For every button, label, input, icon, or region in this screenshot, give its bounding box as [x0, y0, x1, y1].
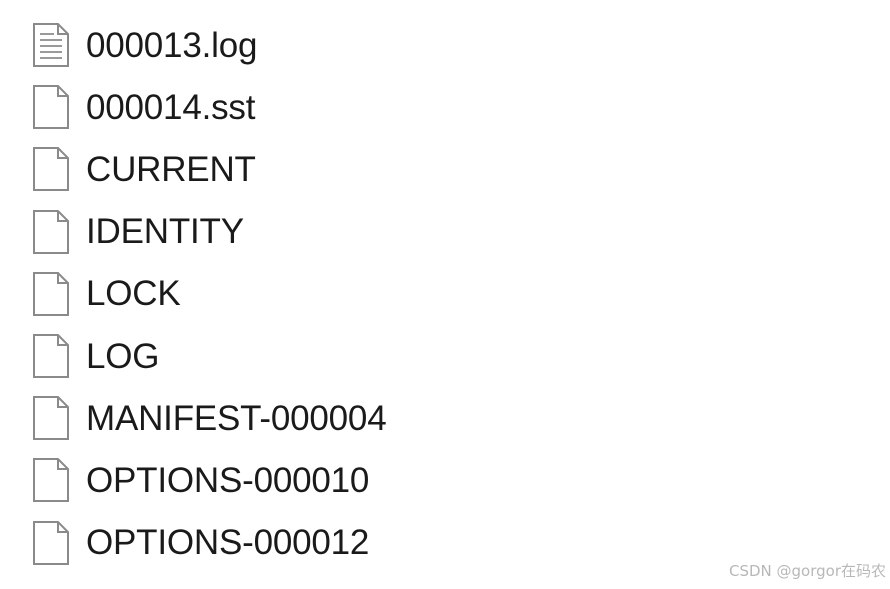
file-item-log[interactable]: LOG — [32, 325, 552, 387]
file-name: OPTIONS-000010 — [86, 460, 370, 500]
blank-document-icon — [32, 395, 70, 441]
file-item-lock[interactable]: LOCK — [32, 263, 552, 325]
file-name: LOCK — [86, 274, 181, 314]
file-item-current[interactable]: CURRENT — [32, 138, 552, 200]
blank-document-icon — [32, 520, 70, 566]
file-item-000013-log[interactable]: 000013.log — [32, 14, 552, 76]
file-name: CURRENT — [86, 149, 256, 189]
text-document-icon — [32, 22, 70, 68]
file-name: 000014.sst — [86, 87, 256, 127]
blank-document-icon — [32, 457, 70, 503]
file-item-manifest-000004[interactable]: MANIFEST-000004 — [32, 387, 552, 449]
file-name: 000013.log — [86, 25, 258, 65]
blank-document-icon — [32, 271, 70, 317]
file-item-000014-sst[interactable]: 000014.sst — [32, 76, 552, 138]
blank-document-icon — [32, 84, 70, 130]
file-item-identity[interactable]: IDENTITY — [32, 201, 552, 263]
blank-document-icon — [32, 209, 70, 255]
blank-document-icon — [32, 333, 70, 379]
file-item-options-000012[interactable]: OPTIONS-000012 — [32, 512, 552, 574]
watermark: CSDN @gorgor在码农 — [728, 562, 886, 580]
file-item-options-000010[interactable]: OPTIONS-000010 — [32, 449, 552, 511]
file-name: LOG — [86, 336, 160, 376]
file-name: IDENTITY — [86, 212, 244, 252]
file-list: 000013.log 000014.sst CURRENT IDENTITY L… — [32, 14, 552, 574]
file-name: MANIFEST-000004 — [86, 398, 387, 438]
file-name: OPTIONS-000012 — [86, 523, 370, 563]
blank-document-icon — [32, 146, 70, 192]
